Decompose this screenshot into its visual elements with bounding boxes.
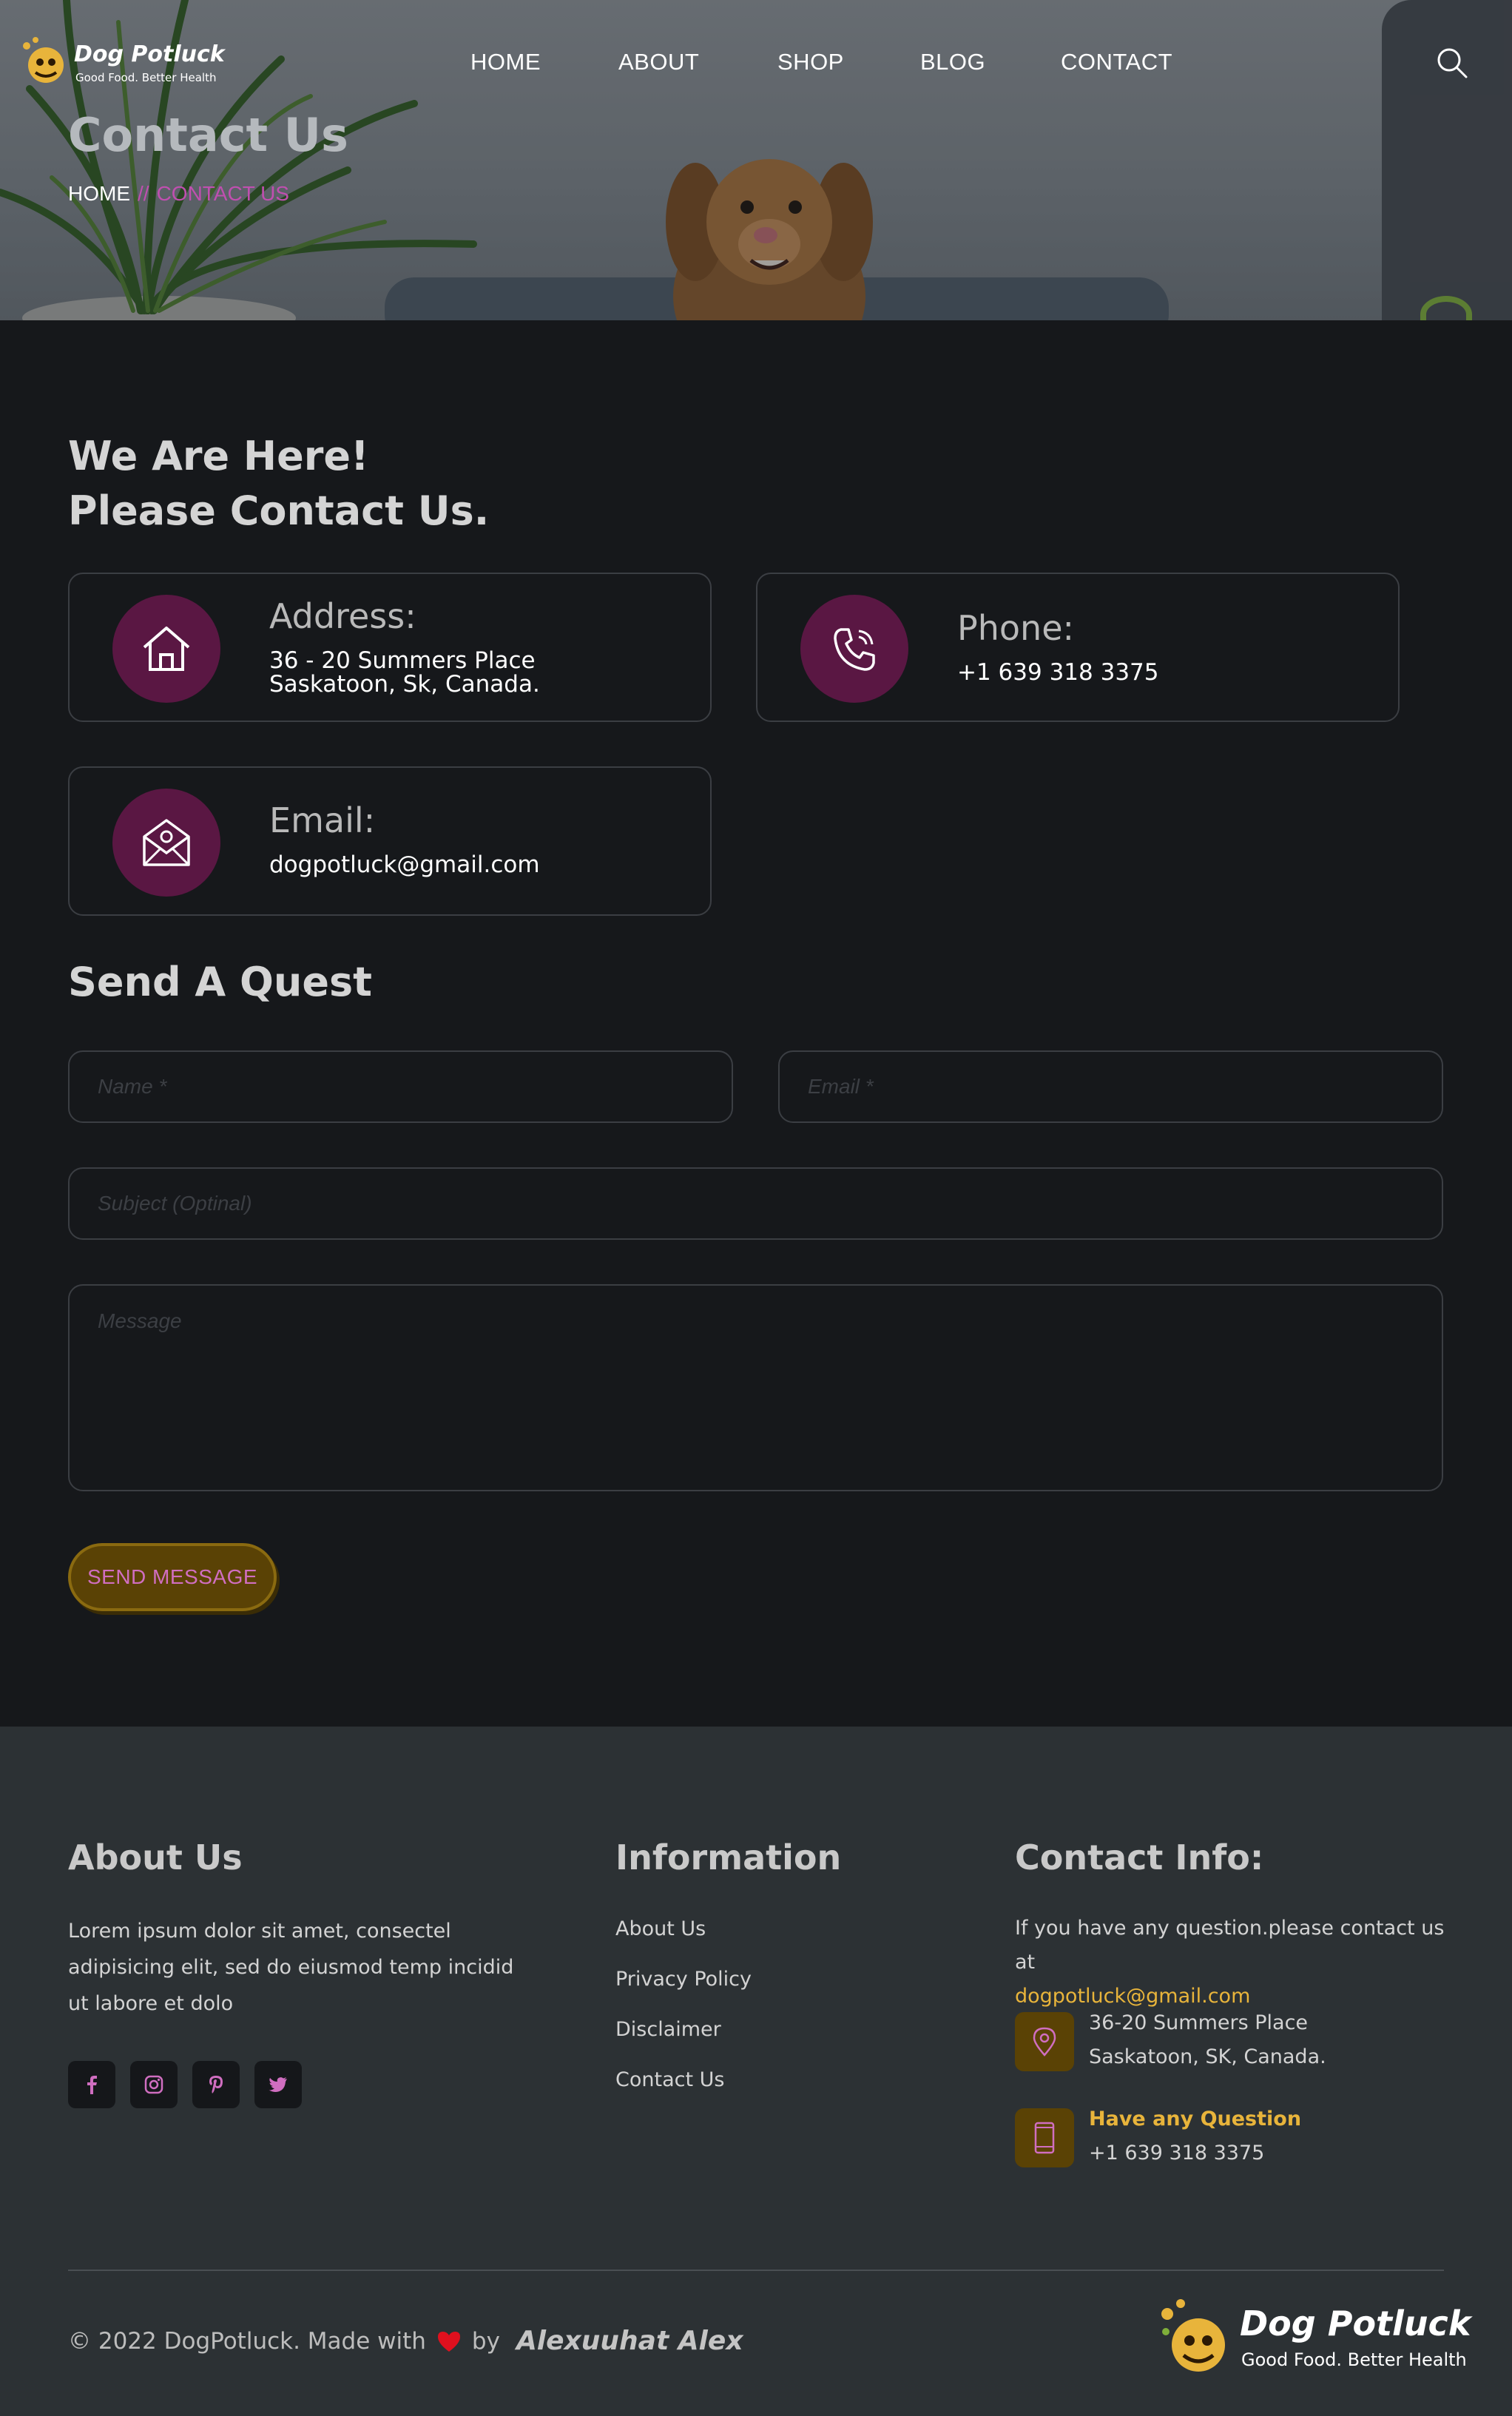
instagram-button[interactable] xyxy=(130,2061,178,2108)
phone-icon-circle xyxy=(800,595,908,703)
phone-title: Phone: xyxy=(957,608,1074,648)
location-icon-box xyxy=(1015,2012,1074,2071)
twitter-button[interactable] xyxy=(254,2061,302,2108)
search-icon xyxy=(1437,48,1468,78)
facebook-button[interactable] xyxy=(68,2061,115,2108)
nav-about[interactable]: ABOUT xyxy=(618,49,699,75)
instagram-icon xyxy=(144,2075,163,2094)
message-textarea[interactable] xyxy=(68,1284,1443,1491)
footer-contact-intro-text: If you have any question.please contact … xyxy=(1015,1917,1445,1974)
footer-brand-name: Dog Potluck xyxy=(1240,2304,1471,2344)
subject-input[interactable] xyxy=(68,1167,1443,1240)
copyright-by: by xyxy=(471,2327,500,2355)
footer-brand-tagline: Good Food. Better Health xyxy=(1241,2349,1467,2370)
nav-blog[interactable]: BLOG xyxy=(920,49,985,75)
footer-address: 36-20 Summers Place Saskatoon, SK, Canad… xyxy=(1089,2006,1326,2074)
footer-link-about-us[interactable]: About Us xyxy=(615,1917,706,1940)
heart-icon xyxy=(437,2331,460,2352)
house-icon xyxy=(143,627,190,671)
breadcrumb-separator: // xyxy=(138,182,149,205)
footer-phone: Have any Question +1 639 318 3375 xyxy=(1089,2102,1301,2170)
form-heading: Send A Quest xyxy=(68,959,372,1005)
email-card: Email: dogpotluck@gmail.com xyxy=(68,766,712,916)
mobile-phone-icon xyxy=(1034,2122,1055,2154)
copyright: © 2022 DogPotluck. Made with by Alexuuha… xyxy=(68,2326,743,2356)
address-card: Address: 36 - 20 Summers Place Saskatoon… xyxy=(68,573,712,722)
footer-about-text: Lorem ipsum dolor sit amet, consectel ad… xyxy=(68,1920,514,2015)
nav-home[interactable]: HOME xyxy=(470,49,541,75)
author-link[interactable]: Alexuuhat Alex xyxy=(516,2326,743,2356)
breadcrumb-current: CONTACT US xyxy=(156,182,289,205)
footer-question-label: Have any Question xyxy=(1089,2108,1302,2130)
breadcrumb-home[interactable]: HOME xyxy=(68,182,130,205)
footer-contact-heading: Contact Info: xyxy=(1015,1838,1264,1877)
facebook-icon xyxy=(87,2076,97,2094)
footer-brand-logo[interactable]: Dog Potluck Good Food. Better Health xyxy=(1157,2296,1471,2385)
footer-contact-email[interactable]: dogpotluck@gmail.com xyxy=(1015,1985,1250,2008)
email-title: Email: xyxy=(269,800,376,840)
pinterest-button[interactable] xyxy=(192,2061,240,2108)
contact-heading: We Are Here! Please Contact Us. xyxy=(68,429,489,539)
contact-heading-line2: Please Contact Us. xyxy=(68,487,490,534)
phone-value[interactable]: +1 639 318 3375 xyxy=(957,660,1159,685)
footer-divider xyxy=(68,2270,1444,2271)
twitter-icon xyxy=(269,2077,287,2092)
pinterest-icon xyxy=(209,2076,223,2093)
address-icon-circle xyxy=(112,595,220,703)
phone-icon xyxy=(834,628,875,671)
address-line2: Saskatoon, Sk, Canada. xyxy=(269,671,540,698)
footer: About Us Lorem ipsum dolor sit amet, con… xyxy=(0,1727,1512,2416)
footer-contact-intro: If you have any question.please contact … xyxy=(1015,1911,1459,2014)
name-input[interactable] xyxy=(68,1050,733,1123)
footer-phone-number[interactable]: +1 639 318 3375 xyxy=(1089,2142,1264,2164)
nav-contact[interactable]: CONTACT xyxy=(1061,49,1172,75)
footer-address-line2: Saskatoon, SK, Canada. xyxy=(1089,2045,1326,2068)
phone-card: Phone: +1 639 318 3375 xyxy=(756,573,1400,722)
footer-address-line1: 36-20 Summers Place xyxy=(1089,2011,1309,2034)
contact-heading-line1: We Are Here! xyxy=(68,433,369,479)
email-value[interactable]: dogpotluck@gmail.com xyxy=(269,852,540,877)
footer-link-disclaimer[interactable]: Disclaimer xyxy=(615,2018,721,2041)
footer-link-privacy-policy[interactable]: Privacy Policy xyxy=(615,1968,752,1991)
address-line1: 36 - 20 Summers Place xyxy=(269,647,536,674)
page-title: Contact Us xyxy=(68,108,348,162)
phone-icon-box xyxy=(1015,2108,1074,2167)
footer-information-heading: Information xyxy=(615,1838,842,1877)
send-message-button[interactable]: SEND MESSAGE xyxy=(68,1543,277,1611)
envelope-icon xyxy=(143,819,190,866)
email-input[interactable] xyxy=(778,1050,1443,1123)
dog-logo-icon xyxy=(1161,2299,1225,2372)
email-icon-circle xyxy=(112,789,220,897)
hero-banner: Dog Potluck Good Food. Better Health HOM… xyxy=(0,0,1512,320)
footer-about-heading: About Us xyxy=(68,1838,243,1877)
map-pin-icon xyxy=(1033,2027,1056,2056)
footer-link-contact-us[interactable]: Contact Us xyxy=(615,2068,724,2091)
nav-shop[interactable]: SHOP xyxy=(777,49,844,75)
breadcrumb: HOME // CONTACT US xyxy=(68,182,289,206)
copyright-text: © 2022 DogPotluck. Made with xyxy=(68,2327,426,2355)
address-title: Address: xyxy=(269,596,416,636)
search-button[interactable] xyxy=(1435,46,1469,80)
main-nav: HOME ABOUT SHOP BLOG CONTACT xyxy=(0,49,1512,78)
